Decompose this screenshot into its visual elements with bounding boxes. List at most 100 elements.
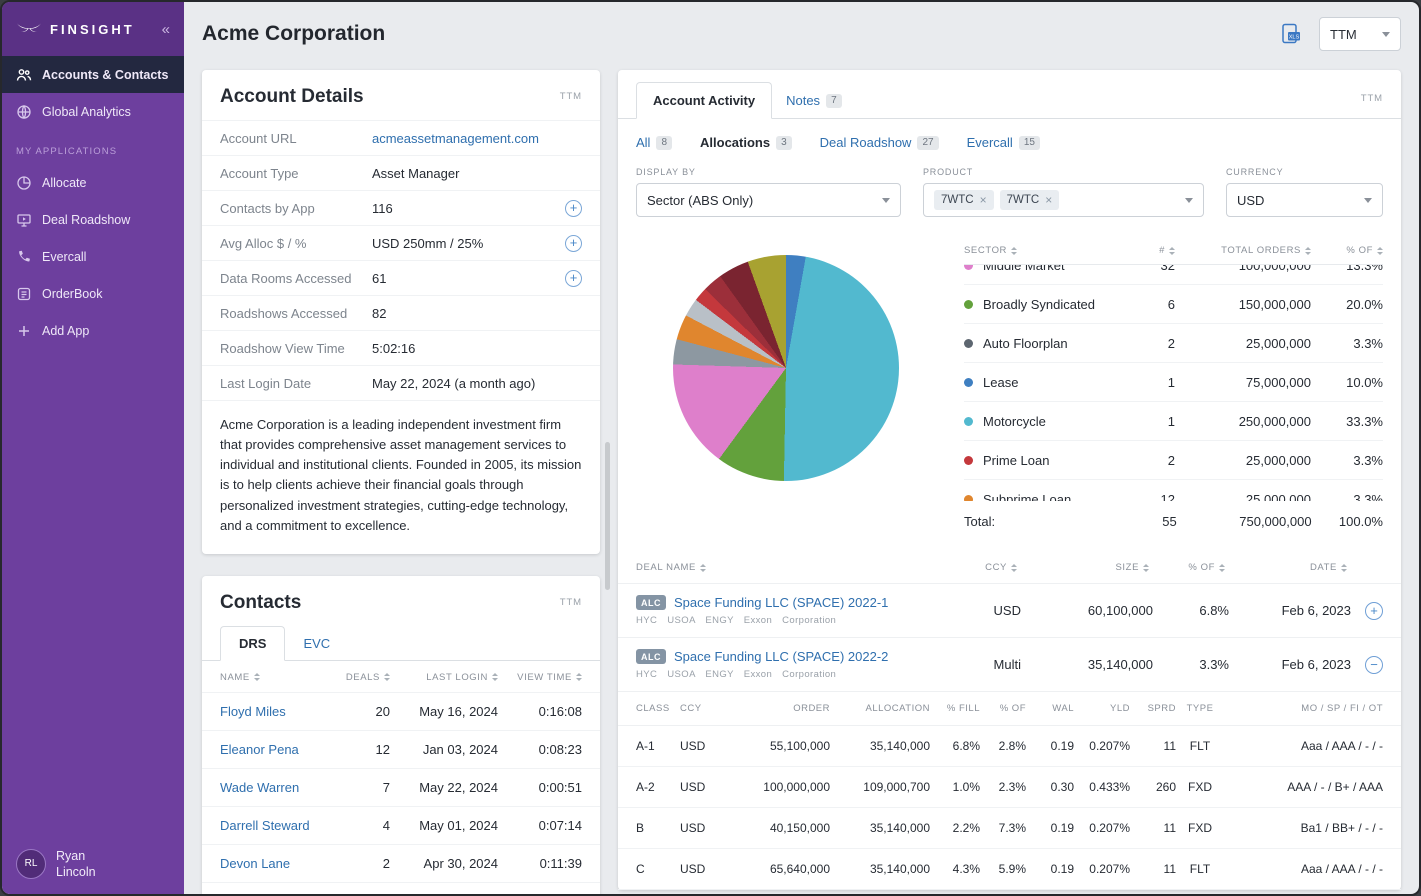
- sidebar-item-global-analytics[interactable]: Global Analytics: [2, 93, 184, 130]
- sidebar-item-allocate[interactable]: Allocate: [2, 164, 184, 201]
- deal-name-link[interactable]: Space Funding LLC (SPACE) 2022-1: [674, 595, 888, 610]
- contact-name-link[interactable]: Wade Warren: [220, 780, 340, 795]
- display-by-control: DISPLAY BY Sector (ABS Only): [636, 167, 901, 217]
- detail-label: Last Login Date: [220, 376, 372, 391]
- detail-value: 82: [372, 306, 386, 321]
- tab-drs[interactable]: DRS: [220, 626, 285, 661]
- column-header-view-time[interactable]: VIEW TIME: [508, 672, 582, 683]
- sector-table-header: SECTOR # TOTAL ORDERS % OF: [964, 241, 1383, 265]
- alloc-order: 40,150,000: [726, 821, 830, 835]
- contact-name-link[interactable]: Floyd Miles: [220, 704, 340, 719]
- display-by-label: DISPLAY BY: [636, 167, 901, 177]
- currency-control: CURRENCY USD: [1226, 167, 1383, 217]
- page-title: Acme Corporation: [202, 22, 385, 46]
- sector-count: 1: [1135, 414, 1175, 429]
- column-header-yld: YLD: [1074, 703, 1130, 714]
- alloc-fill: 2.2%: [930, 821, 980, 835]
- chevron-down-icon: [1382, 32, 1390, 37]
- contact-name-link[interactable]: Devon Lane: [220, 856, 340, 871]
- allocation-table-header: CLASS CCY ORDER ALLOCATION % FILL % OF W…: [618, 691, 1401, 726]
- sidebar-user[interactable]: RL Ryan Lincoln: [2, 834, 184, 895]
- contact-view-time: 0:00:51: [508, 780, 582, 795]
- alloc-wal: 0.19: [1026, 862, 1074, 876]
- legend-dot: [964, 300, 973, 309]
- product-dropdown[interactable]: 7WTC × 7WTC ×: [923, 183, 1204, 217]
- contact-name-link[interactable]: Eleanor Pena: [220, 742, 340, 757]
- activity-filter-link[interactable]: Allocations 3: [700, 135, 792, 150]
- period-badge: TTM: [1361, 93, 1383, 104]
- expand-detail-button[interactable]: +: [565, 270, 582, 287]
- sidebar-item-deal-roadshow[interactable]: Deal Roadshow: [2, 201, 184, 238]
- sidebar-item-accounts-contacts[interactable]: Accounts & Contacts: [2, 56, 184, 93]
- sidebar-collapse-icon[interactable]: «: [162, 21, 170, 38]
- column-header-pct-of[interactable]: % OF: [1323, 245, 1383, 256]
- deal-row: ALC Space Funding LLC (SPACE) 2022-2 HYC…: [618, 637, 1401, 691]
- deal-date: Feb 6, 2023: [1243, 657, 1351, 672]
- column-header-sector[interactable]: SECTOR: [964, 245, 1123, 256]
- filter-label: Allocations: [700, 135, 770, 150]
- column-header-pct-of[interactable]: % OF: [1163, 562, 1225, 573]
- contact-deals: 20: [350, 704, 390, 719]
- collapse-deal-button[interactable]: −: [1365, 656, 1383, 674]
- detail-label: Roadshows Accessed: [220, 306, 372, 321]
- detail-label: Roadshow View Time: [220, 341, 372, 356]
- sector-name-cell: Auto Floorplan: [964, 336, 1123, 351]
- sidebar-item-evercall[interactable]: Evercall: [2, 238, 184, 275]
- expand-detail-button[interactable]: +: [565, 235, 582, 252]
- alloc-type: FLT: [1176, 739, 1224, 753]
- sector-count: 12: [1135, 492, 1175, 502]
- legend-dot: [964, 417, 973, 426]
- deal-table-header: DEAL NAME CCY SIZE % OF DATE: [618, 546, 1401, 583]
- chevron-down-icon: [882, 198, 890, 203]
- sector-table-body[interactable]: Middle Market 32 100,000,000 13.3%: [964, 265, 1383, 501]
- alloc-yld: 0.207%: [1074, 862, 1130, 876]
- detail-label: Contacts by App: [220, 201, 372, 216]
- activity-filter-link[interactable]: Evercall 15: [967, 135, 1040, 150]
- expand-deal-button[interactable]: +: [1365, 602, 1383, 620]
- product-label: PRODUCT: [923, 167, 1204, 177]
- detail-row: Roadshows Accessed 82: [202, 295, 600, 330]
- column-header-deals[interactable]: DEALS: [350, 672, 390, 683]
- contact-name-link[interactable]: Darrell Steward: [220, 818, 340, 833]
- column-header-total-orders[interactable]: TOTAL ORDERS: [1187, 245, 1311, 256]
- period-dropdown[interactable]: TTM: [1319, 17, 1401, 51]
- legend-dot: [964, 495, 973, 502]
- column-header-deal-name[interactable]: DEAL NAME: [636, 562, 945, 573]
- contact-view-time: 0:08:23: [508, 742, 582, 757]
- column-header-sprd: SPRD: [1130, 703, 1176, 714]
- sidebar-item-add-app[interactable]: Add App: [2, 312, 184, 349]
- pie-chart-area: [636, 241, 936, 542]
- display-by-dropdown[interactable]: Sector (ABS Only): [636, 183, 901, 217]
- alloc-order: 100,000,000: [726, 780, 830, 794]
- sidebar-item-label: Global Analytics: [42, 105, 131, 119]
- export-xls-icon[interactable]: XLS: [1279, 22, 1303, 46]
- column-header-date[interactable]: DATE: [1239, 562, 1347, 573]
- alloc-ratings: Ba1 / BB+ / - / -: [1224, 821, 1383, 835]
- tab-account-activity[interactable]: Account Activity: [636, 82, 772, 119]
- column-header-count[interactable]: #: [1135, 245, 1175, 256]
- contact-view-time: 0:11:39: [508, 856, 582, 871]
- product-chip: 7WTC ×: [934, 190, 994, 210]
- legend-dot: [964, 339, 973, 348]
- activity-filter-link[interactable]: Deal Roadshow 27: [820, 135, 939, 150]
- account-description: Acme Corporation is a leading independen…: [202, 400, 600, 554]
- column-header-last-login[interactable]: LAST LOGIN: [400, 672, 498, 683]
- column-header-name[interactable]: NAME: [220, 672, 340, 683]
- column-header-size[interactable]: SIZE: [1031, 562, 1149, 573]
- sidebar-item-orderbook[interactable]: OrderBook: [2, 275, 184, 312]
- deal-name-link[interactable]: Space Funding LLC (SPACE) 2022-2: [674, 649, 888, 664]
- column-header-ccy[interactable]: CCY: [959, 562, 1017, 573]
- expand-detail-button[interactable]: +: [565, 200, 582, 217]
- remove-chip-icon[interactable]: ×: [1045, 193, 1052, 207]
- tab-notes[interactable]: Notes 7: [772, 83, 856, 118]
- sector-pie-chart[interactable]: [673, 255, 899, 481]
- tab-evc[interactable]: EVC: [285, 627, 348, 660]
- sector-name-cell: Motorcycle: [964, 414, 1123, 429]
- alloc-wal: 0.19: [1026, 739, 1074, 753]
- alloc-fill: 1.0%: [930, 780, 980, 794]
- remove-chip-icon[interactable]: ×: [980, 193, 987, 207]
- currency-dropdown[interactable]: USD: [1226, 183, 1383, 217]
- sector-total-orders: 25,000,000: [1187, 453, 1311, 468]
- activity-filter-link[interactable]: All 8: [636, 135, 672, 150]
- vertical-scrollbar[interactable]: [605, 442, 610, 590]
